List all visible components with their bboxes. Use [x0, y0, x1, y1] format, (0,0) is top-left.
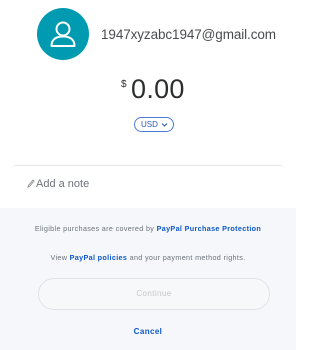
amount-value[interactable]: 0.00 — [131, 74, 185, 105]
currency-code: USD — [141, 120, 158, 129]
add-note-placeholder: Add a note — [36, 178, 90, 190]
continue-button[interactable]: Continue — [38, 278, 270, 310]
divider — [14, 165, 282, 166]
policies-text: View PayPal policies and your payment me… — [0, 253, 296, 262]
currency-selector[interactable]: USD — [134, 117, 174, 132]
legal-text: View — [50, 253, 70, 262]
purchase-protection-text: Eligible purchases are covered by PayPal… — [0, 224, 296, 233]
cancel-button[interactable]: Cancel — [0, 327, 296, 336]
footer-panel: Eligible purchases are covered by PayPal… — [0, 208, 296, 350]
chevron-down-icon — [161, 123, 168, 127]
avatar — [37, 8, 89, 60]
currency-symbol: $ — [121, 79, 127, 90]
paypal-policies-link[interactable]: PayPal policies — [70, 253, 128, 262]
recipient-email: 1947xyzabc1947@gmail.com — [101, 27, 276, 42]
legal-text: Eligible purchases are covered by — [34, 224, 157, 233]
purchase-protection-link[interactable]: PayPal Purchase Protection — [157, 224, 262, 233]
person-icon — [50, 21, 76, 47]
legal-text: and your payment method rights. — [127, 253, 246, 262]
pencil-icon — [27, 179, 35, 188]
recipient-header: 1947xyzabc1947@gmail.com — [0, 0, 296, 76]
amount-display[interactable]: $ 0.00 — [0, 72, 296, 108]
